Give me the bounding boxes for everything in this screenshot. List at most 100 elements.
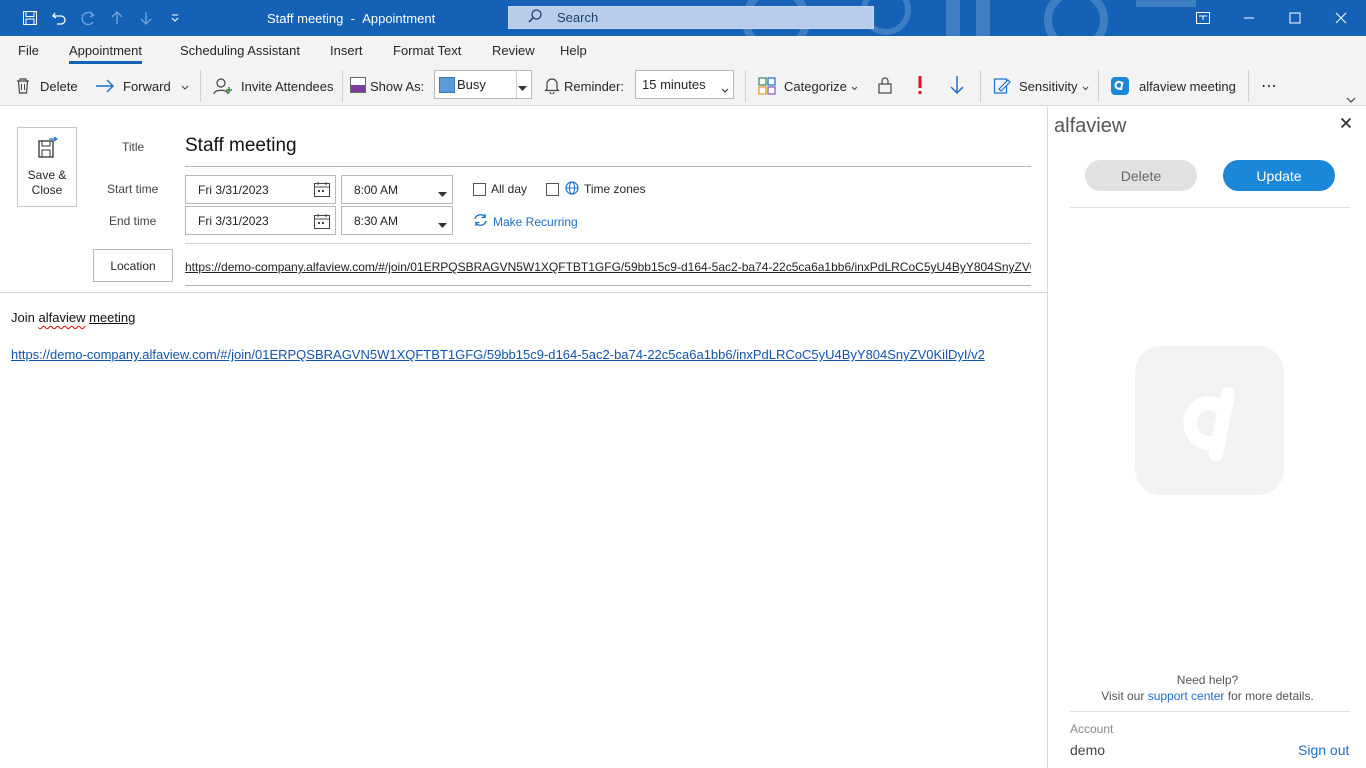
join-app-name: alfaview	[38, 310, 86, 325]
dropdown-divider	[516, 71, 517, 98]
tab-file[interactable]: File	[18, 43, 39, 58]
invite-attendees-button[interactable]: Invite Attendees	[213, 74, 334, 98]
private-button[interactable]	[877, 74, 893, 98]
redo-icon[interactable]	[78, 8, 98, 28]
location-input[interactable]: https://demo-company.alfaview.com/#/join…	[185, 260, 1031, 274]
start-time-dropdown[interactable]: 8:00 AM	[341, 175, 453, 204]
reminder-value: 15 minutes	[642, 77, 706, 92]
sign-out-link[interactable]: Sign out	[1298, 742, 1349, 758]
alfaview-pane: alfaview Delete Update Need help? Visit …	[1047, 107, 1366, 768]
forward-arrow-icon	[95, 78, 115, 94]
ribbon-separator	[1248, 70, 1249, 102]
sensitivity-icon	[993, 77, 1011, 95]
pane-update-button[interactable]: Update	[1223, 160, 1335, 191]
delete-label: Delete	[40, 78, 78, 94]
chevron-down-icon	[1082, 79, 1089, 94]
end-time-value: 8:30 AM	[354, 214, 399, 228]
save-close-button[interactable]: Save & Close	[17, 127, 77, 207]
alfaview-meeting-button[interactable]: alfaview meeting	[1111, 74, 1236, 98]
show-as-label-group: Show As:	[350, 74, 424, 98]
location-underline	[185, 285, 1031, 286]
calendar-icon[interactable]	[314, 182, 330, 200]
ribbon: Delete Forward Invite Attendees Show As:…	[0, 66, 1366, 106]
trash-icon	[14, 77, 32, 95]
show-as-icon	[350, 76, 366, 96]
start-date-value: Fri 3/31/2023	[198, 183, 269, 197]
low-importance-button[interactable]	[949, 74, 965, 98]
pane-divider	[1070, 711, 1350, 712]
support-center-link[interactable]: support center	[1148, 689, 1225, 703]
end-date-input[interactable]: Fri 3/31/2023	[185, 206, 336, 235]
all-day-checkbox[interactable]	[473, 183, 486, 196]
search-icon	[527, 8, 543, 27]
all-day-label: All day	[491, 182, 528, 196]
save-close-label: Save & Close	[27, 168, 67, 197]
more-options-button[interactable]: ⋯	[1261, 74, 1278, 98]
maximize-button[interactable]	[1272, 0, 1318, 36]
arrow-down-icon[interactable]	[136, 8, 156, 28]
customize-qat-icon[interactable]	[165, 8, 185, 28]
tab-format-text[interactable]: Format Text	[393, 43, 461, 58]
ribbon-separator	[200, 70, 201, 102]
title-input[interactable]: Staff meeting	[185, 135, 297, 157]
join-text: Join alfaview meeting	[11, 310, 135, 325]
account-value: demo	[1070, 742, 1106, 758]
show-as-dropdown[interactable]: Busy	[434, 70, 532, 99]
chevron-down-icon	[438, 218, 447, 232]
undo-icon[interactable]	[49, 8, 69, 28]
end-date-value: Fri 3/31/2023	[198, 214, 269, 228]
save-close-icon	[36, 136, 59, 162]
join-meeting-link[interactable]: https://demo-company.alfaview.com/#/join…	[11, 347, 985, 362]
exclamation-icon	[916, 75, 924, 98]
categorize-icon	[758, 77, 776, 95]
search-placeholder: Search	[557, 10, 599, 25]
tab-appointment[interactable]: Appointment	[69, 43, 142, 64]
close-button[interactable]	[1318, 0, 1364, 36]
forward-button[interactable]: Forward	[95, 74, 189, 98]
close-icon[interactable]	[1340, 117, 1352, 132]
reminder-dropdown[interactable]: 15 minutes	[635, 70, 734, 99]
make-recurring-button[interactable]: Make Recurring	[473, 213, 578, 230]
recurring-icon	[473, 213, 488, 230]
ribbon-separator	[745, 70, 746, 102]
need-help-text: Need help?	[1176, 673, 1239, 687]
join-word: Join	[11, 310, 35, 325]
reminder-label: Reminder:	[564, 78, 624, 94]
ribbon-separator	[1098, 70, 1099, 102]
end-time-dropdown[interactable]: 8:30 AM	[341, 206, 453, 235]
appointment-form: Save & Close Title Staff meeting Start t…	[0, 107, 1047, 292]
location-button[interactable]: Location	[93, 249, 173, 282]
minimize-button[interactable]	[1226, 0, 1272, 36]
title-bar: Staff meeting - Appointment Search	[0, 0, 1366, 36]
forward-label: Forward	[123, 78, 171, 94]
join-meeting-word: meeting	[89, 310, 136, 325]
sensitivity-button[interactable]: Sensitivity	[993, 74, 1089, 98]
message-body[interactable]: Join alfaview meeting https://demo-compa…	[0, 293, 1047, 768]
globe-icon	[565, 181, 579, 198]
show-as-value: Busy	[457, 77, 486, 92]
tab-review[interactable]: Review	[492, 43, 535, 58]
chevron-down-icon	[438, 187, 447, 201]
arrow-down-icon	[949, 75, 965, 98]
tab-help[interactable]: Help	[560, 43, 587, 58]
delete-button[interactable]: Delete	[14, 74, 78, 98]
tab-scheduling-assistant[interactable]: Scheduling Assistant	[180, 43, 300, 58]
account-label: Account	[1070, 722, 1114, 736]
calendar-icon[interactable]	[314, 214, 330, 232]
title-label: Title	[122, 140, 145, 154]
pane-delete-button[interactable]: Delete	[1085, 160, 1197, 191]
alfaview-meeting-label: alfaview meeting	[1139, 78, 1236, 94]
lock-icon	[877, 76, 893, 97]
arrow-up-icon[interactable]	[107, 8, 127, 28]
search-box[interactable]: Search	[508, 6, 874, 29]
visit-prefix: Visit our	[1101, 689, 1145, 703]
categorize-button[interactable]: Categorize	[758, 74, 858, 98]
high-importance-button[interactable]	[916, 74, 924, 98]
alfaview-logo-icon	[1135, 346, 1284, 495]
location-top-divider	[185, 243, 1031, 244]
save-icon[interactable]	[20, 8, 40, 28]
tab-insert[interactable]: Insert	[330, 43, 363, 58]
restore-ribbon-icon[interactable]	[1180, 0, 1226, 36]
start-date-input[interactable]: Fri 3/31/2023	[185, 175, 336, 204]
time-zones-checkbox[interactable]	[546, 183, 559, 196]
